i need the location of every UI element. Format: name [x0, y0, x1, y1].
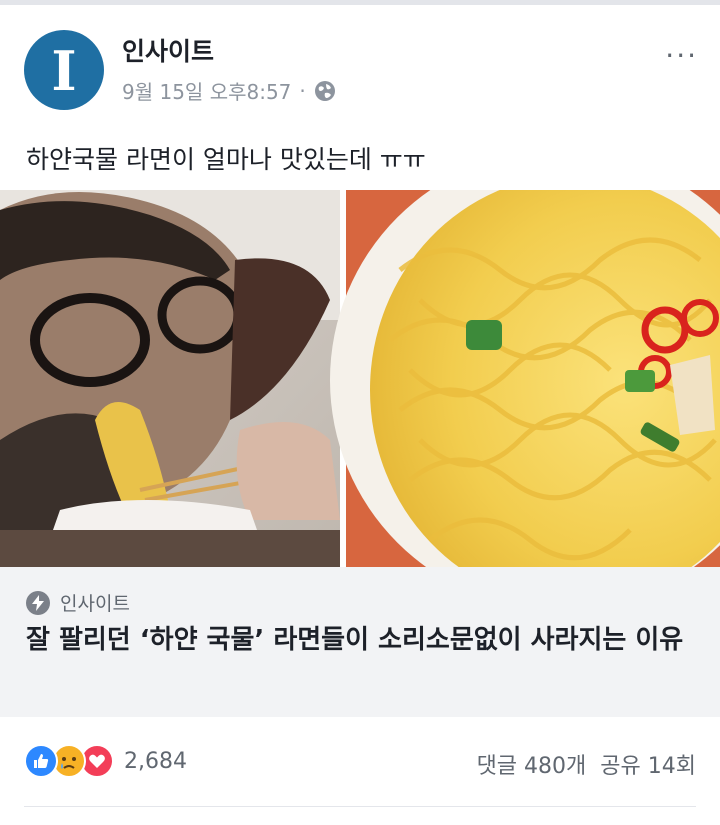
- post-meta: 9월 15일 오후8:57 ·: [122, 76, 336, 105]
- comment-count[interactable]: 댓글 480개: [477, 748, 587, 780]
- reaction-count[interactable]: 2,684: [124, 749, 187, 774]
- share-count[interactable]: 공유 14회: [600, 748, 696, 780]
- page-avatar[interactable]: I: [24, 30, 104, 110]
- post-image[interactable]: [0, 190, 720, 567]
- comment-share-counts: 댓글 480개 공유 14회: [477, 748, 696, 780]
- link-preview[interactable]: 인사이트 잘 팔리던 ‘하얀 국물’ 라면들이 소리소문없이 사라지는 이유: [0, 567, 720, 717]
- divider: [24, 806, 696, 807]
- ramen-photo: [0, 190, 720, 567]
- link-title[interactable]: 잘 팔리던 ‘하얀 국물’ 라면들이 소리소문없이 사라지는 이유: [26, 619, 686, 661]
- like-icon: [24, 744, 58, 778]
- avatar-letter: I: [51, 39, 77, 103]
- link-source-name: 인사이트: [60, 593, 130, 615]
- meta-separator: ·: [299, 78, 306, 103]
- post-header: I 인사이트 9월 15일 오후8:57 · ···: [24, 28, 704, 112]
- post-timestamp[interactable]: 9월 15일 오후8:57: [122, 76, 291, 105]
- engagement-bar: 2,684 댓글 480개 공유 14회: [24, 740, 700, 784]
- page-name[interactable]: 인사이트: [122, 32, 214, 68]
- reactions[interactable]: 2,684: [24, 744, 187, 778]
- more-icon[interactable]: ···: [665, 42, 698, 70]
- bolt-icon: [26, 590, 50, 615]
- post-text: 하얀국물 라면이 얼마나 맛있는데 ㅠㅠ: [26, 145, 426, 174]
- top-border: [0, 0, 720, 5]
- globe-icon: [314, 80, 336, 102]
- link-source: 인사이트: [26, 589, 130, 616]
